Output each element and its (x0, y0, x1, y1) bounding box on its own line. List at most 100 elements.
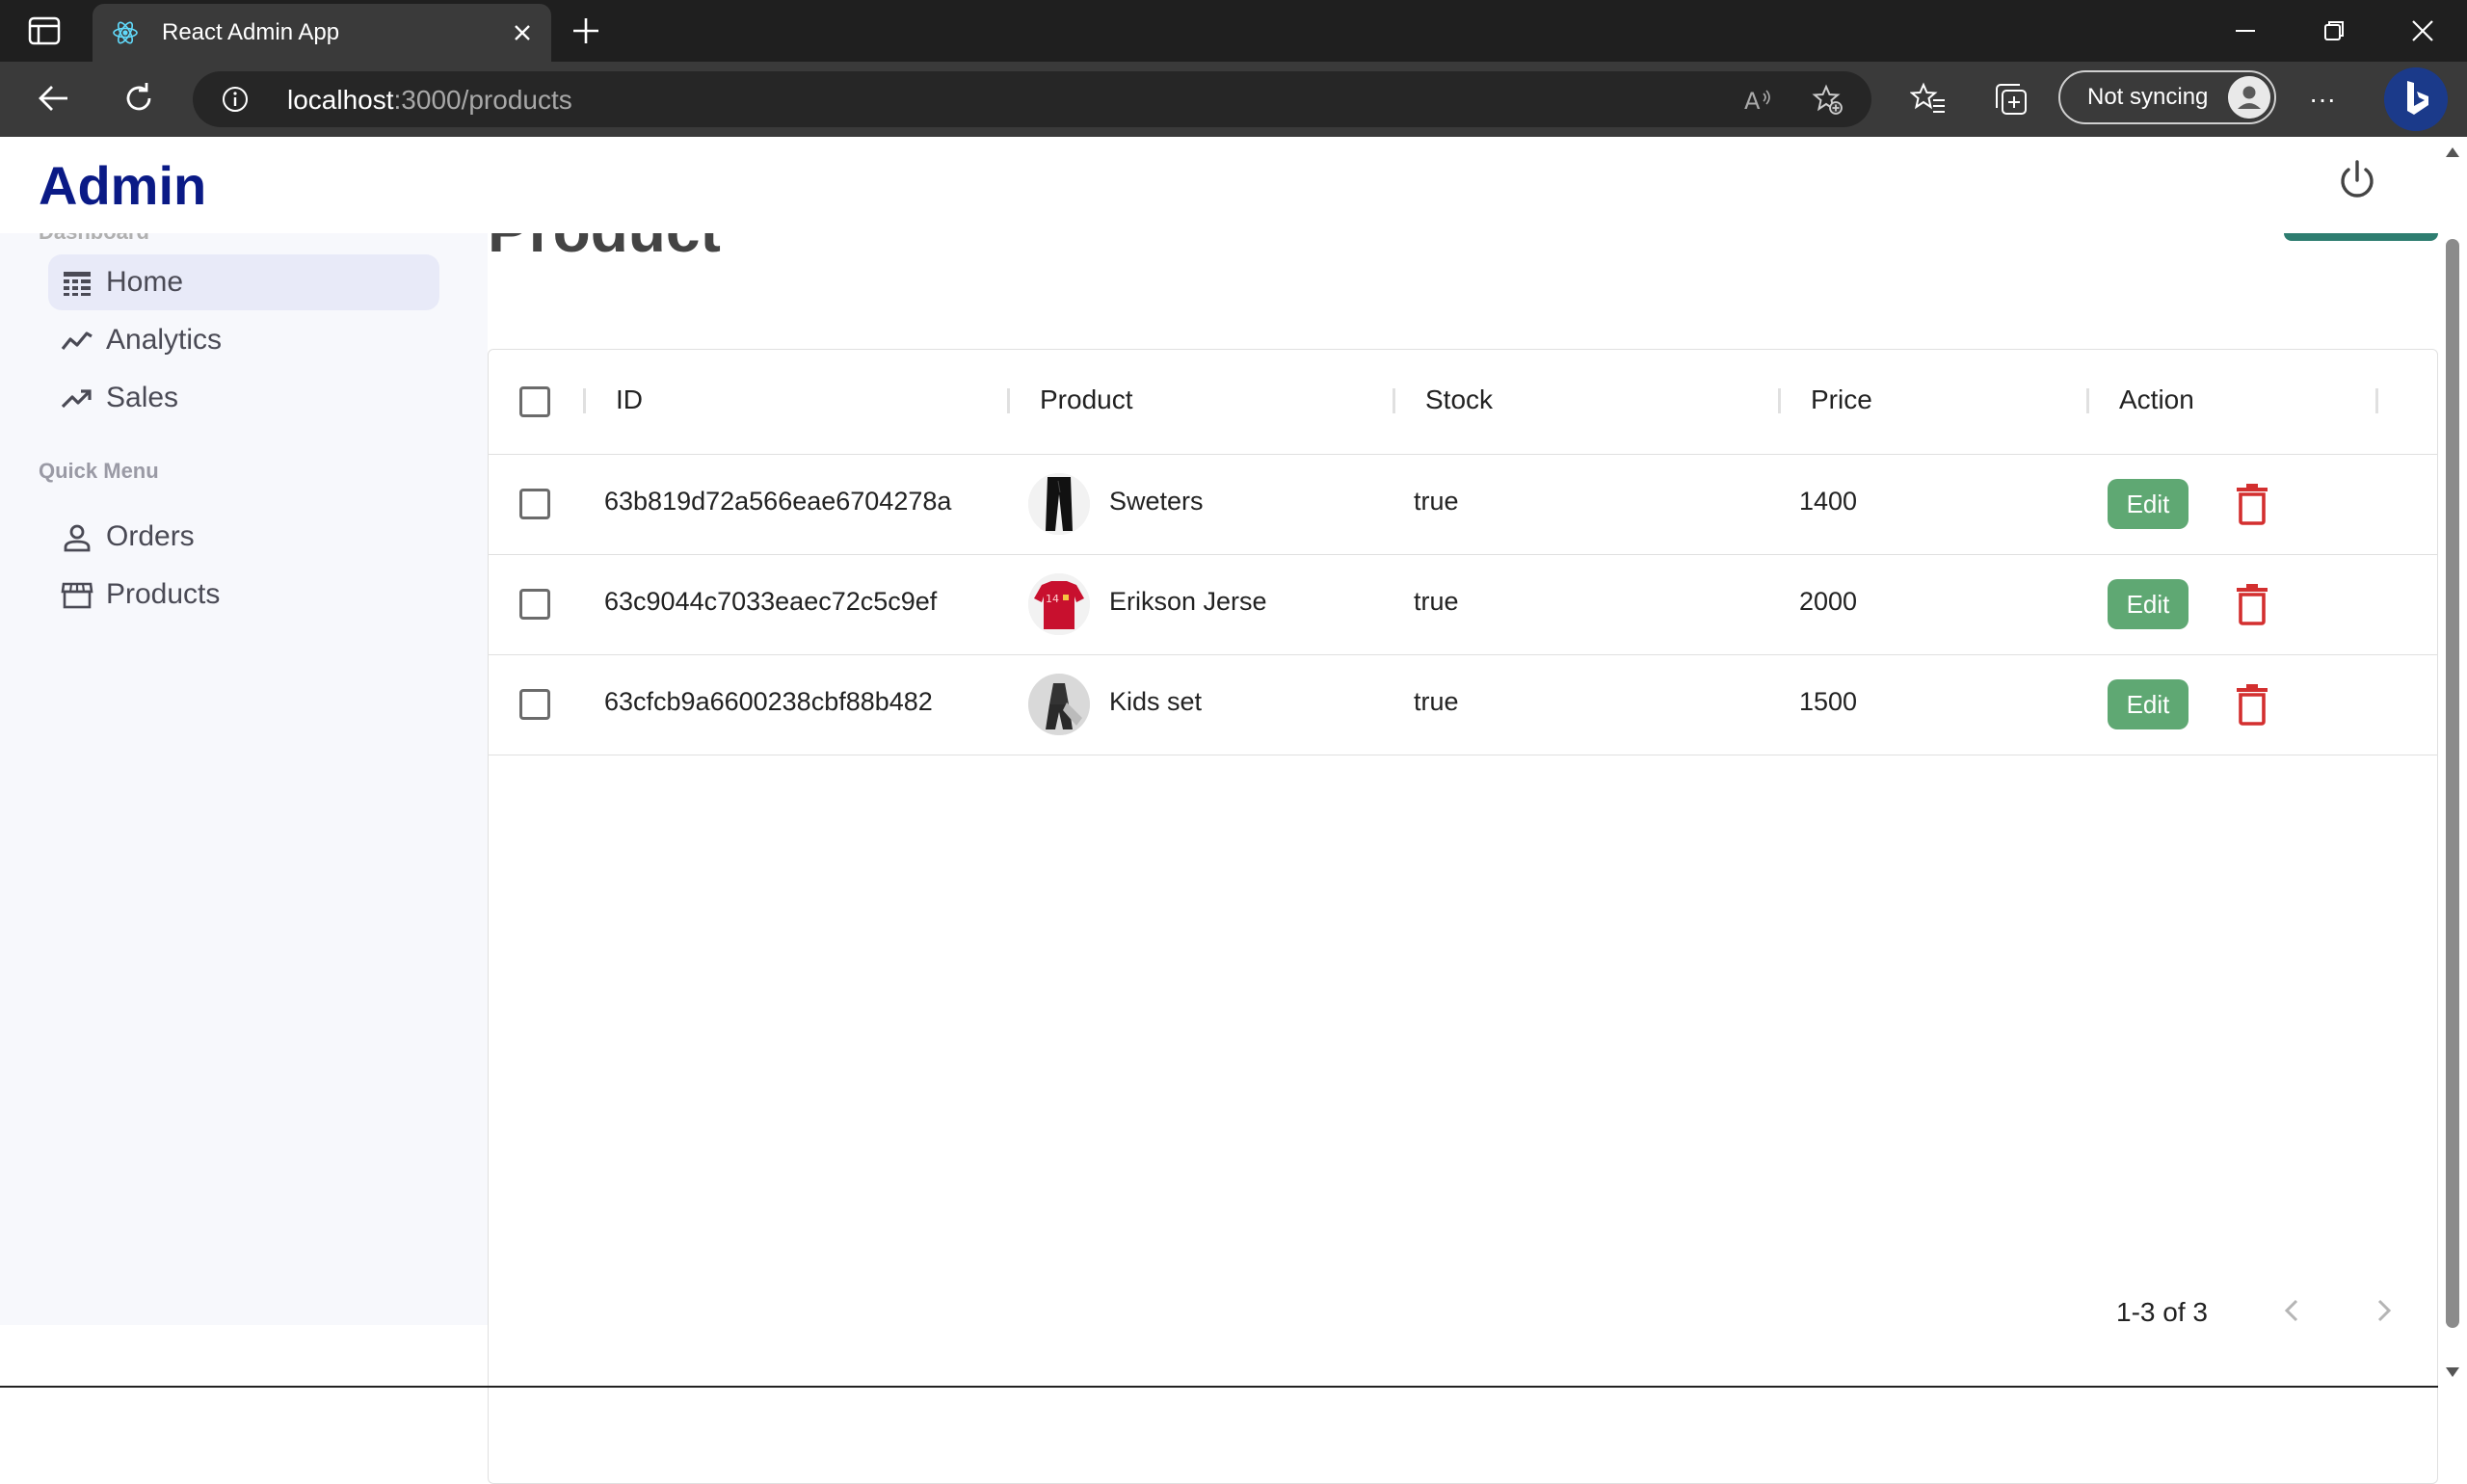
cell-price: 1500 (1799, 687, 1858, 716)
cell-product-name: Sweters (1109, 487, 1204, 516)
profile-avatar-icon (2228, 76, 2270, 119)
column-header-id[interactable]: ID (616, 384, 643, 415)
collections-icon[interactable] (1993, 81, 2029, 118)
person-icon (64, 524, 91, 552)
column-separator[interactable] (2086, 388, 2089, 413)
row-checkbox[interactable] (519, 589, 550, 620)
product-thumbnail (1028, 674, 1090, 735)
table-header-row: ID Product Stock Price Action (489, 350, 2437, 455)
browser-tab-bar: React Admin App (0, 0, 2467, 62)
minimize-icon[interactable] (2226, 12, 2265, 50)
edit-button[interactable]: Edit (2108, 679, 2188, 729)
chevron-right-icon[interactable] (2365, 1291, 2403, 1330)
sync-status-label: Not syncing (2087, 84, 2209, 110)
column-separator[interactable] (2375, 388, 2378, 413)
scroll-up-icon[interactable] (2445, 145, 2460, 160)
row-checkbox[interactable] (519, 489, 550, 519)
cell-stock: true (1414, 587, 1459, 616)
create-button-partial[interactable] (2284, 233, 2438, 241)
product-thumbnail: 14 (1028, 573, 1090, 635)
bing-copilot-icon[interactable] (2384, 67, 2448, 131)
column-separator[interactable] (1393, 388, 1395, 413)
cell-stock: true (1414, 687, 1459, 716)
url-host: localhost (287, 85, 394, 115)
cell-stock: true (1414, 487, 1459, 516)
close-tab-icon[interactable] (507, 17, 538, 48)
page-viewport: Admin Dashboard Home Analytics (0, 137, 2467, 1484)
timeline-icon (61, 331, 93, 350)
url-path: :3000/products (393, 85, 572, 115)
cell-product-name: Kids set (1109, 687, 1203, 716)
cell-product-name: Erikson Jerse (1109, 587, 1267, 616)
column-header-action[interactable]: Action (2119, 384, 2194, 415)
url-text[interactable]: localhost:3000/products (287, 85, 572, 116)
browser-toolbar: localhost:3000/products A Not syncing ··… (0, 62, 2467, 138)
scrollbar-thumb[interactable] (2446, 239, 2459, 1328)
table-row[interactable]: 63b819d72a566eae6704278a Sweters true 14… (489, 454, 2437, 555)
trending-up-icon (61, 389, 92, 409)
sidebar-item-orders[interactable]: Orders (48, 509, 439, 565)
add-favorite-icon[interactable] (1812, 84, 1844, 117)
react-favicon-icon (113, 21, 138, 44)
edit-button[interactable]: Edit (2108, 579, 2188, 629)
site-info-icon[interactable] (222, 86, 249, 113)
tab-title: React Admin App (162, 19, 340, 45)
restore-icon[interactable] (2315, 12, 2353, 50)
product-thumbnail (1028, 473, 1090, 535)
pagination-range: 1-3 of 3 (2116, 1297, 2208, 1327)
sidebar-item-home[interactable]: Home (48, 254, 439, 310)
new-tab-icon[interactable] (569, 13, 603, 48)
cell-id: 63c9044c7033eaec72c5c9ef (604, 587, 938, 616)
sidebar-item-label: Sales (106, 382, 179, 413)
refresh-icon[interactable] (119, 79, 158, 118)
sidebar-item-label: Orders (106, 520, 195, 552)
sidebar-item-products[interactable]: Products (48, 567, 439, 623)
sidebar-section-quick-menu: Quick Menu (39, 459, 159, 483)
browser-tab-active[interactable]: React Admin App (93, 4, 551, 62)
table-row[interactable]: 63cfcb9a6600238cbf88b482 Kids set true 1… (489, 654, 2437, 755)
row-checkbox[interactable] (519, 689, 550, 720)
more-menu-icon[interactable]: ··· (2303, 81, 2342, 118)
power-logout-icon[interactable] (2332, 156, 2382, 206)
scroll-down-icon[interactable] (2445, 1365, 2460, 1380)
sidebar-item-sales[interactable]: Sales (48, 370, 439, 426)
cell-price: 1400 (1799, 487, 1858, 516)
delete-icon[interactable] (2235, 683, 2269, 726)
back-arrow-icon[interactable] (35, 79, 73, 118)
profile-sync-button[interactable]: Not syncing (2058, 70, 2276, 124)
address-bar[interactable]: localhost:3000/products A (193, 71, 1871, 127)
kids-set-image (1028, 674, 1090, 735)
storefront-icon (61, 582, 93, 609)
app-logo[interactable]: Admin (39, 154, 206, 217)
svg-text:14: 14 (1046, 593, 1059, 605)
favorites-icon[interactable] (1910, 81, 1947, 118)
column-header-price[interactable]: Price (1811, 384, 1872, 415)
column-separator[interactable] (1778, 388, 1781, 413)
sidebar: Dashboard Home Analytics Sales Quick Me (0, 233, 488, 1325)
sidebar-item-label: Analytics (106, 324, 223, 356)
trousers-image (1028, 473, 1090, 535)
close-window-icon[interactable] (2403, 12, 2442, 50)
jersey-image: 14 (1028, 573, 1090, 635)
home-icon (64, 272, 91, 296)
app-topbar: Admin (0, 137, 2438, 233)
delete-icon[interactable] (2235, 583, 2269, 625)
delete-icon[interactable] (2235, 483, 2269, 525)
sidebar-item-label: Home (106, 266, 184, 298)
read-aloud-icon[interactable]: A (1742, 84, 1775, 117)
vertical-scrollbar[interactable] (2438, 137, 2467, 1388)
column-header-stock[interactable]: Stock (1425, 384, 1493, 415)
select-all-checkbox[interactable] (519, 386, 550, 417)
main-content: Product ID Product Stock Price Action 63 (488, 233, 2438, 1484)
sidebar-item-analytics[interactable]: Analytics (48, 312, 439, 368)
cell-id: 63b819d72a566eae6704278a (604, 487, 952, 516)
table-row[interactable]: 63c9044c7033eaec72c5c9ef 14 Erikson Jers… (489, 554, 2437, 655)
column-header-product[interactable]: Product (1040, 384, 1133, 415)
cell-id: 63cfcb9a6600238cbf88b482 (604, 687, 933, 716)
column-separator[interactable] (583, 388, 586, 413)
column-separator[interactable] (1007, 388, 1010, 413)
chevron-left-icon[interactable] (2272, 1291, 2311, 1330)
tab-actions-icon[interactable] (27, 15, 62, 46)
svg-text:A: A (1744, 88, 1761, 115)
edit-button[interactable]: Edit (2108, 479, 2188, 529)
